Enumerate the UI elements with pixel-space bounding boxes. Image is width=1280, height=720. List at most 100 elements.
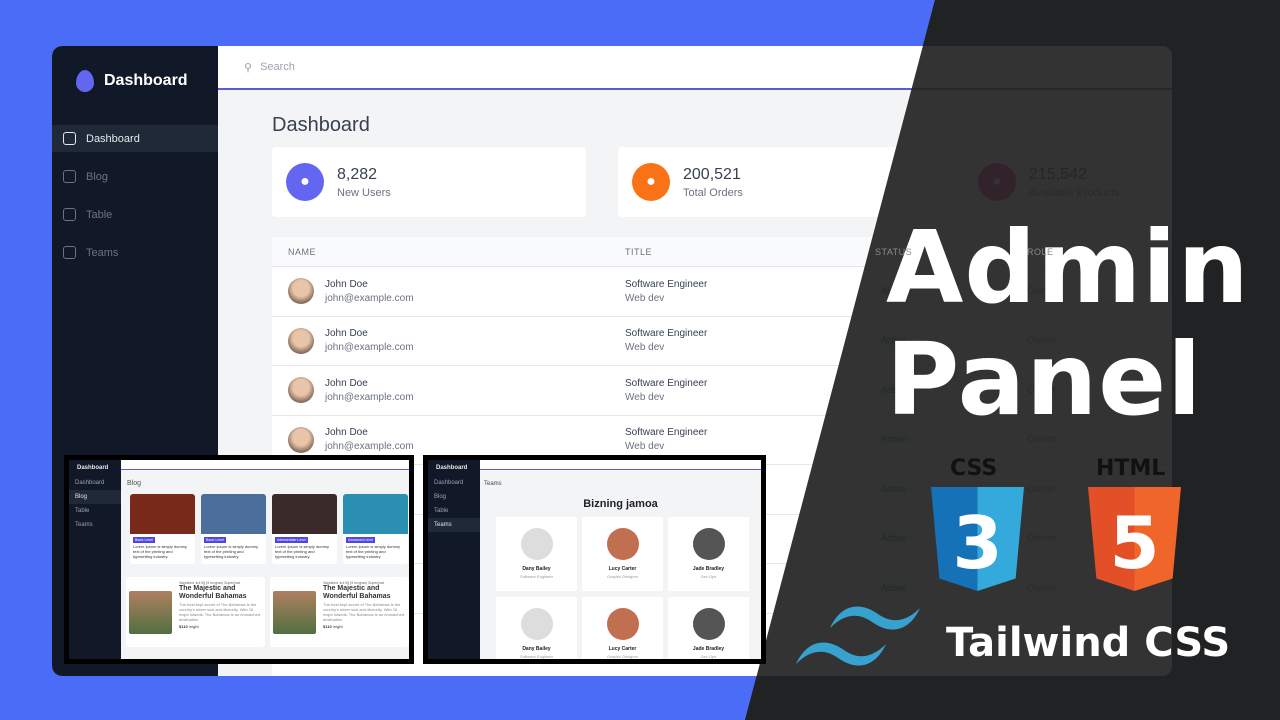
price-unit: /night xyxy=(332,624,343,630)
sidebar-item-label: Teams xyxy=(86,246,119,259)
preview-sidebar: Dashboard Dashboard Blog Table Teams xyxy=(69,460,121,659)
preview-topbar xyxy=(121,460,409,470)
team-member-card[interactable]: Dany Bailey Software Engineer xyxy=(496,597,577,659)
preview-nav-item: Table xyxy=(75,508,90,514)
col-status: STATUS xyxy=(875,246,913,257)
brand-name: Dashboard xyxy=(104,72,188,89)
user-name: John Doe xyxy=(325,328,368,340)
blog-text: Lorem Ipsum is simply dummy text of the … xyxy=(204,544,259,560)
team-member-card[interactable]: Lucy Carter Graphic Designer xyxy=(582,597,663,659)
user-dept: Web dev xyxy=(625,292,665,304)
sidebar-item-blog[interactable]: Blog xyxy=(52,163,218,190)
feature-card[interactable]: Vacations ★4.95 (5 reviews) Superhost The… xyxy=(126,577,265,647)
user-email: john@example.com xyxy=(325,342,414,354)
html5-logo-icon: 5 xyxy=(1088,487,1181,591)
col-name: NAME xyxy=(288,246,317,257)
inbox-icon xyxy=(63,208,76,221)
blog-image xyxy=(343,494,408,534)
team-title: Bizning jamoa xyxy=(583,498,658,510)
sidebar-item-table[interactable]: Table xyxy=(52,201,218,228)
preview-sidebar: Dashboard Dashboard Blog Table Teams xyxy=(428,460,480,659)
search-icon: ⚲ xyxy=(244,61,253,74)
edit-icon xyxy=(63,246,76,259)
member-name: Jade Bradley xyxy=(692,566,725,572)
user-dept: Web dev xyxy=(625,342,665,354)
team-member-card[interactable]: Dany Bailey Software Engineer xyxy=(496,517,577,591)
member-role: Dev Ops xyxy=(700,654,717,659)
feature-image xyxy=(129,591,172,634)
stat-value: 8,282 xyxy=(337,165,378,183)
member-photo xyxy=(692,528,725,560)
sidebar-item-dashboard[interactable]: Dashboard xyxy=(52,125,218,152)
price: $110 xyxy=(179,624,188,630)
team-member-card[interactable]: Jade Bradley Dev Ops xyxy=(668,517,749,591)
member-role: Dev Ops xyxy=(700,574,717,579)
member-name: Dany Bailey xyxy=(522,566,551,572)
preview-topbar xyxy=(480,460,761,470)
avatar xyxy=(288,377,314,404)
preview-nav-item: Table xyxy=(434,508,449,514)
member-name: Lucy Carter xyxy=(608,566,637,572)
price-unit: /night xyxy=(188,624,199,630)
feature-desc: The best kept secret of The Bahamas is t… xyxy=(323,602,405,623)
member-role: Graphic Designer xyxy=(606,574,639,579)
blog-image xyxy=(272,494,337,534)
user-email: john@example.com xyxy=(325,292,414,304)
headline-panel: Panel xyxy=(886,321,1203,438)
level-tag: Intermediate Level xyxy=(275,537,308,543)
user-title: Software Engineer xyxy=(625,278,708,290)
stat-label: New Users xyxy=(337,186,391,199)
pie-chart-icon xyxy=(63,132,76,145)
html5-number: 5 xyxy=(1109,501,1160,585)
preview-nav-item: Blog xyxy=(434,494,447,500)
css3-logo-icon: 3 xyxy=(931,487,1024,591)
blog-image xyxy=(130,494,195,534)
search-input[interactable]: Search xyxy=(260,61,295,73)
preview-brand: Dashboard xyxy=(77,465,109,471)
sidebar-item-label: Blog xyxy=(86,170,109,183)
preview-heading: Blog xyxy=(127,480,142,487)
team-member-card[interactable]: Jade Bradley Dev Ops xyxy=(668,597,749,659)
tailwind-label: Tailwind CSS xyxy=(946,620,1231,666)
flame-logo-icon xyxy=(76,70,94,92)
users-icon: ● xyxy=(286,163,324,201)
headline-admin: Admin xyxy=(886,209,1250,326)
feature-card[interactable]: Vacations ★4.95 (5 reviews) Superhost The… xyxy=(270,577,409,647)
level-tag: Basic Level xyxy=(133,537,155,543)
feature-title: The Majestic and Wonderful Bahamas xyxy=(179,585,247,600)
avatar xyxy=(288,426,314,453)
blog-card[interactable]: Intermediate Level Lorem Ipsum is simply … xyxy=(272,494,337,564)
blog-text: Lorem Ipsum is simply dummy text of the … xyxy=(346,544,401,560)
sidebar-item-teams[interactable]: Teams xyxy=(52,239,218,266)
team-member-card[interactable]: Lucy Carter Graphic Designer xyxy=(582,517,663,591)
member-photo xyxy=(606,608,639,640)
preview-nav-item: Teams xyxy=(428,518,480,532)
feature-title: The Majestic and Wonderful Bahamas xyxy=(323,585,391,600)
level-tag: Basic Level xyxy=(204,537,226,543)
css3-number: 3 xyxy=(952,501,1003,585)
user-name: John Doe xyxy=(325,427,368,439)
preview-heading: Teams xyxy=(484,481,502,487)
user-email: john@example.com xyxy=(325,391,414,403)
tailwind-logo-icon xyxy=(796,606,920,666)
avatar xyxy=(288,278,314,305)
stat-label: Total Orders xyxy=(683,186,743,199)
blog-card[interactable]: Basic Level Lorem Ipsum is simply dummy t… xyxy=(201,494,266,564)
stat-value: 200,521 xyxy=(683,165,741,183)
preview-brand: Dashboard xyxy=(436,465,468,471)
stat-card: ● 8,282 New Users xyxy=(272,147,586,217)
html-label: HTML xyxy=(1096,456,1166,481)
col-role: ROLE xyxy=(1027,246,1054,257)
user-title: Software Engineer xyxy=(625,328,708,340)
brand: Dashboard xyxy=(76,70,188,92)
member-name: Lucy Carter xyxy=(608,646,637,652)
blog-card[interactable]: Basic Level Lorem Ipsum is simply dummy t… xyxy=(130,494,195,564)
member-photo xyxy=(606,528,639,560)
cart-icon: ● xyxy=(632,163,670,201)
page-title: Dashboard xyxy=(272,114,370,136)
blog-card[interactable]: Advanced Level Lorem Ipsum is simply dumm… xyxy=(343,494,408,564)
price: $110 xyxy=(323,624,332,630)
member-role: Graphic Designer xyxy=(606,654,639,659)
blog-preview: Dashboard Dashboard Blog Table Teams Blog Ba… xyxy=(64,455,414,664)
level-tag: Advanced Level xyxy=(346,537,375,543)
